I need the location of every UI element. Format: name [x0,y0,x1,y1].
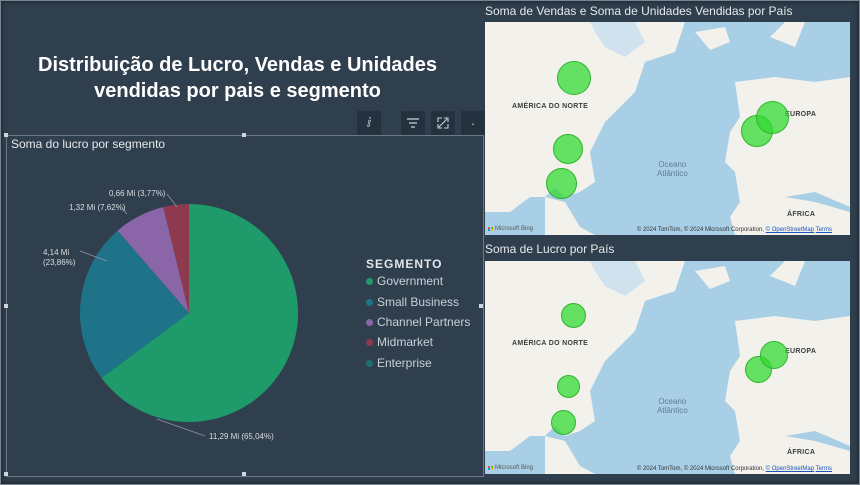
country-bubble-canada[interactable] [557,61,591,95]
country-bubble-germany[interactable] [756,101,789,134]
label-africa: ÁFRICA [787,449,816,456]
osm-link[interactable]: © OpenStreetMap [766,466,814,472]
label-europe: EUROPA [785,111,817,118]
country-bubble-canada[interactable] [561,303,586,328]
title-line-2: vendidas por pais e segmento [94,80,381,102]
legend-item-channel-partners[interactable]: Channel Partners [366,315,470,329]
more-options-icon[interactable]: · [461,111,485,135]
terms-link[interactable]: Terms [816,227,832,233]
bing-logo: Microsoft Bing [488,465,533,471]
attribution-text: © 2024 TomTom, © 2024 Microsoft Corporat… [636,466,764,472]
label-ocean: Oceano Atlântico [657,397,688,415]
ocean-text: Oceano [658,160,687,169]
legend-dot [366,359,373,367]
legend-label: Small Business [377,295,460,309]
map-attribution: © 2024 TomTom, © 2024 Microsoft Corporat… [637,227,832,233]
legend-dot [366,318,373,326]
data-label-text: (23,86%) [43,258,76,267]
map1-land [485,22,850,235]
map1[interactable]: AMÉRICA DO NORTE EUROPA ÁFRICA Oceano At… [485,22,850,235]
country-bubble-germany[interactable] [760,341,788,369]
microsoft-logo-icon [488,465,493,471]
label-north-america: AMÉRICA DO NORTE [512,340,589,347]
data-label-text: 11,29 Mi (65,04%) [209,432,274,441]
legend-label: Government [377,274,444,288]
legend-dot [366,277,373,285]
data-label-text: 0,66 Mi (3,77%) [109,189,166,198]
legend-dot [366,338,373,346]
label-ocean: Oceano Atlântico [657,160,688,178]
map2-title: Soma de Lucro por País [485,242,615,256]
legend-dot [366,298,373,306]
ocean-text: Oceano [658,397,687,406]
data-label-small-business: 4,14 Mi (23,86%) [43,248,75,268]
attribution-text: © 2024 TomTom, © 2024 Microsoft Corporat… [636,227,764,233]
country-bubble-united-states[interactable] [557,375,580,398]
info-icon[interactable]: ⅈ [357,111,381,135]
data-label-text: 4,14 Mi [43,248,70,257]
map-attribution: © 2024 TomTom, © 2024 Microsoft Corporat… [637,466,832,472]
map1-title: Soma de Vendas e Soma de Unidades Vendid… [485,4,793,18]
label-europe: EUROPA [785,348,817,355]
label-africa: ÁFRICA [787,211,816,218]
focus-mode-icon[interactable] [431,111,455,135]
country-bubble-mexico[interactable] [546,168,577,199]
map2[interactable]: AMÉRICA DO NORTE EUROPA ÁFRICA Oceano At… [485,261,850,474]
legend-label: Channel Partners [377,315,471,329]
label-north-america: AMÉRICA DO NORTE [512,103,589,110]
ocean-text: Atlântico [657,169,688,178]
page-title: Distribuição de Lucro, Vendas e Unidades… [10,52,465,104]
terms-link[interactable]: Terms [816,466,832,472]
title-line-1: Distribuição de Lucro, Vendas e Unidades [38,54,437,76]
legend-item-small-business[interactable]: Small Business [366,295,459,309]
filter-icon[interactable] [401,111,425,135]
country-bubble-mexico[interactable] [551,410,576,435]
ocean-text: Atlântico [657,406,688,415]
legend-label: Enterprise [377,356,432,370]
map2-land [485,261,850,474]
visual-toolbar: ⅈ · [357,111,485,135]
data-label-text: 1,32 Mi (7,62%) [69,203,126,212]
legend-item-government[interactable]: Government [366,274,443,288]
leader-line [166,193,178,208]
legend-item-midmarket[interactable]: Midmarket [366,335,433,349]
bing-logo: Microsoft Bing [488,226,533,232]
legend-item-enterprise[interactable]: Enterprise [366,356,432,370]
data-label-midmarket: 0,66 Mi (3,77%) [109,189,165,199]
data-label-channel-partners: 1,32 Mi (7,62%) [69,203,125,213]
data-label-government: 11,29 Mi (65,04%) [209,432,274,442]
logo-text: Microsoft Bing [495,465,534,471]
legend-title: SEGMENTO [366,257,443,271]
microsoft-logo-icon [488,226,493,232]
legend-label: Midmarket [377,335,434,349]
logo-text: Microsoft Bing [495,226,534,232]
osm-link[interactable]: © OpenStreetMap [766,227,814,233]
pie-visual[interactable]: Soma do lucro por segmento 11,29 Mi (65,… [4,133,484,477]
country-bubble-united-states[interactable] [553,134,583,164]
